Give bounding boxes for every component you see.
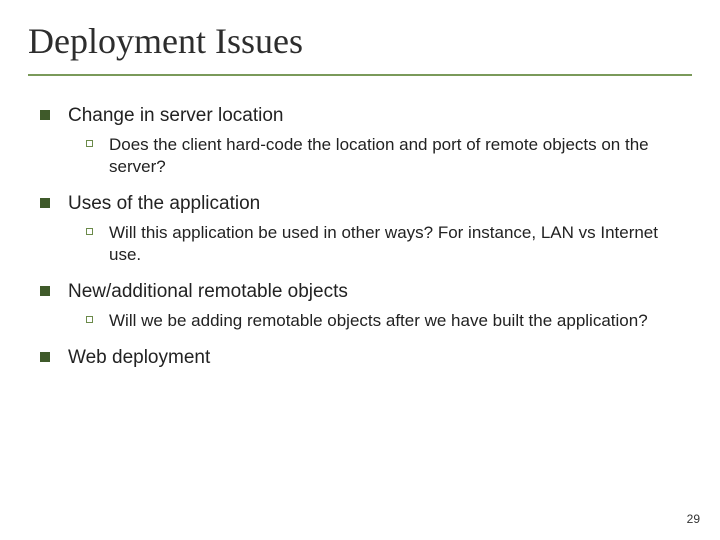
hollow-square-bullet-icon (86, 228, 93, 235)
square-bullet-icon (40, 110, 50, 120)
list-item: Change in server location (40, 104, 692, 128)
list-subitem-label: Will we be adding remotable objects afte… (109, 310, 648, 332)
list-subitem: Will this application be used in other w… (86, 222, 692, 266)
slide-title: Deployment Issues (28, 20, 692, 72)
list-item-label: Web deployment (68, 346, 210, 370)
list-subitem: Does the client hard-code the location a… (86, 134, 692, 178)
list-item: New/additional remotable objects (40, 280, 692, 304)
page-number: 29 (687, 512, 700, 526)
hollow-square-bullet-icon (86, 316, 93, 323)
square-bullet-icon (40, 352, 50, 362)
title-underline (28, 74, 692, 76)
list-item: Uses of the application (40, 192, 692, 216)
list-item: Web deployment (40, 346, 692, 370)
square-bullet-icon (40, 198, 50, 208)
square-bullet-icon (40, 286, 50, 296)
list-subitem-label: Will this application be used in other w… (109, 222, 682, 266)
list-subitem-label: Does the client hard-code the location a… (109, 134, 682, 178)
list-subitem: Will we be adding remotable objects afte… (86, 310, 692, 332)
hollow-square-bullet-icon (86, 140, 93, 147)
list-item-label: Uses of the application (68, 192, 260, 216)
slide: Deployment Issues Change in server locat… (0, 0, 720, 540)
list-item-label: New/additional remotable objects (68, 280, 348, 304)
list-item-label: Change in server location (68, 104, 283, 128)
content-area: Change in server location Does the clien… (28, 104, 692, 369)
